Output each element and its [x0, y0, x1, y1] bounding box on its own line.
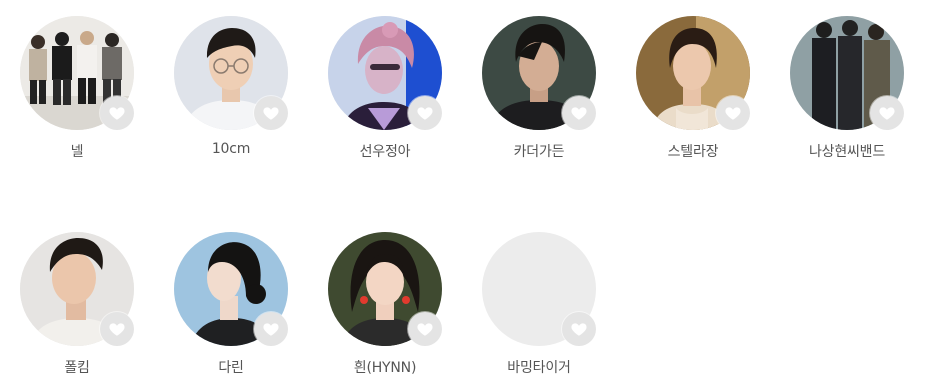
artist-name[interactable]: 스텔라장 [616, 141, 770, 161]
heart-icon [571, 323, 587, 336]
heart-icon [879, 107, 895, 120]
heart-icon [109, 107, 125, 120]
artist-name[interactable]: 흰(HYNN) [308, 357, 462, 377]
artist-name[interactable]: 바밍타이거 [462, 357, 616, 377]
heart-icon [109, 323, 125, 336]
artist-card[interactable]: 선우정아 [308, 16, 462, 176]
artist-name[interactable]: 넬 [0, 141, 154, 161]
artist-name[interactable]: 다린 [154, 357, 308, 377]
artist-card[interactable]: 폴킴 [0, 232, 154, 390]
like-button[interactable] [716, 96, 750, 130]
artist-card[interactable]: 스텔라장 [616, 16, 770, 176]
artist-name[interactable]: 10cm [154, 141, 308, 157]
like-button[interactable] [870, 96, 904, 130]
like-button[interactable] [254, 312, 288, 346]
heart-icon [263, 323, 279, 336]
artist-card[interactable]: 다린 [154, 232, 308, 390]
artist-card[interactable]: 흰(HYNN) [308, 232, 462, 390]
heart-icon [417, 107, 433, 120]
like-button[interactable] [562, 96, 596, 130]
like-button[interactable] [408, 96, 442, 130]
heart-icon [263, 107, 279, 120]
like-button[interactable] [100, 96, 134, 130]
like-button[interactable] [254, 96, 288, 130]
heart-icon [725, 107, 741, 120]
artist-name[interactable]: 선우정아 [308, 141, 462, 161]
artist-name[interactable]: 나상현씨밴드 [770, 141, 924, 161]
like-button[interactable] [408, 312, 442, 346]
heart-icon [417, 323, 433, 336]
artist-card[interactable]: 바밍타이거 [462, 232, 616, 390]
heart-icon [571, 107, 587, 120]
artist-grid: 넬 10cm 선우정아 카더가든 스텔라장 나상현씨밴드 폴킴 다린 흰(HYN… [0, 0, 948, 390]
artist-card[interactable]: 카더가든 [462, 16, 616, 176]
like-button[interactable] [562, 312, 596, 346]
artist-card[interactable]: 넬 [0, 16, 154, 176]
artist-name[interactable]: 폴킴 [0, 357, 154, 377]
artist-card[interactable]: 나상현씨밴드 [770, 16, 924, 176]
artist-name[interactable]: 카더가든 [462, 141, 616, 161]
like-button[interactable] [100, 312, 134, 346]
artist-card[interactable]: 10cm [154, 16, 308, 176]
